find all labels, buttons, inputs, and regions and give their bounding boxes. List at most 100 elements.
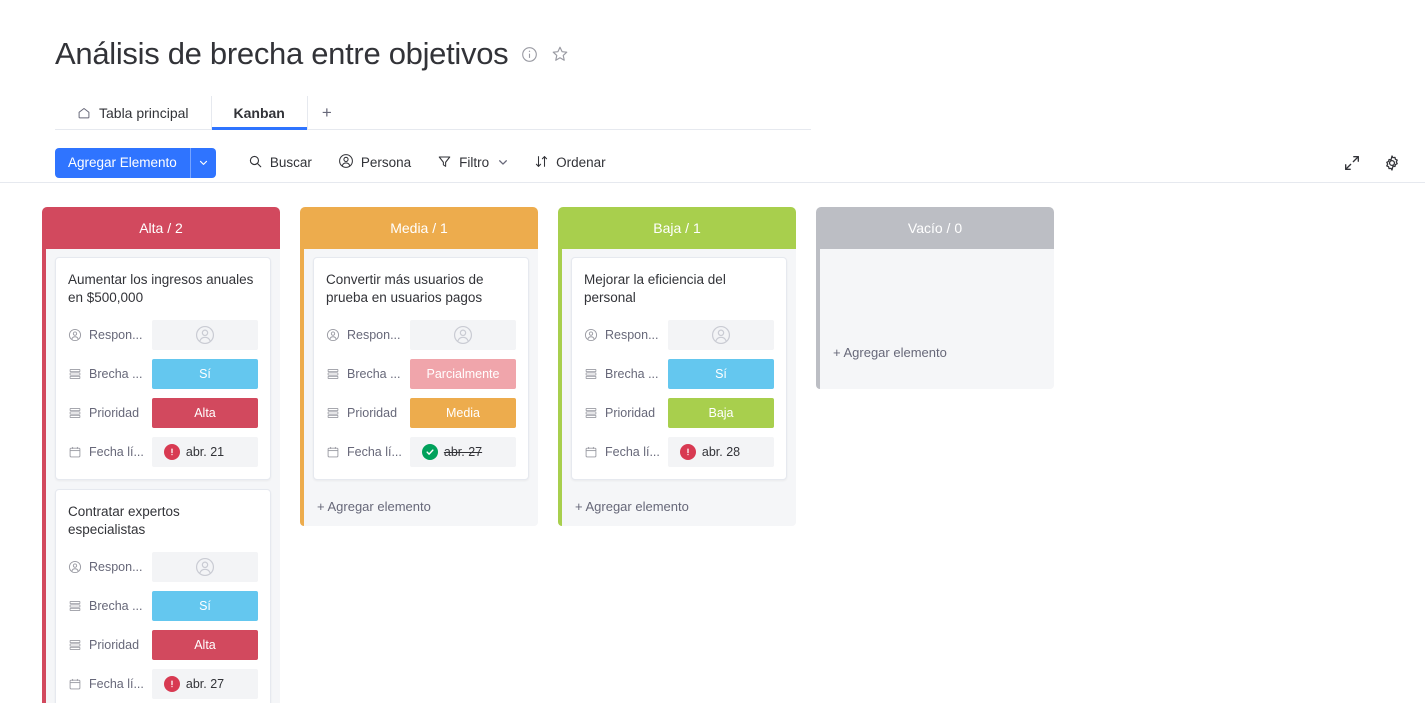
alert-circle-icon [164,676,180,692]
priority-value[interactable]: Baja [668,398,774,428]
add-item-link[interactable]: + Agregar elemento [829,257,1045,372]
field-priority: Prioridad Alta [68,398,258,428]
column-body: Convertir más usuarios de prueba en usua… [300,249,538,526]
alert-circle-icon [680,444,696,460]
filter-label: Filtro [459,155,490,170]
kanban-column: Alta / 2 Aumentar los ingresos anuales en… [42,207,280,703]
kanban-card[interactable]: Aumentar los ingresos anuales en $500,00… [55,257,271,480]
add-item-link[interactable]: + Agregar elemento [313,489,529,526]
priority-value[interactable]: Alta [152,630,258,660]
gear-icon[interactable] [1383,154,1401,172]
responsible-value[interactable] [668,320,774,350]
tab-kanban[interactable]: Kanban [211,96,308,130]
tab-label: Kanban [233,104,285,121]
field-label-text: Fecha lí... [347,445,402,459]
kanban-column: Baja / 1 Mejorar la eficiencia del person… [558,207,796,526]
kanban-column: Media / 1 Convertir más usuarios de prueb… [300,207,538,526]
tab-label: Tabla principal [99,104,189,121]
filter-button[interactable]: Filtro [437,154,508,172]
search-button[interactable]: Buscar [248,154,312,172]
add-item-button[interactable]: Agregar Elemento [55,147,216,178]
column-title: Vacío / 0 [907,220,963,236]
status-icon [584,406,598,420]
priority-value[interactable]: Media [410,398,516,428]
calendar-icon [584,445,598,459]
card-title: Convertir más usuarios de prueba en usua… [326,272,484,305]
kanban-card[interactable]: Convertir más usuarios de prueba en usua… [313,257,529,480]
gap-value[interactable]: Sí [152,591,258,621]
sort-button[interactable]: Ordenar [534,154,606,172]
field-responsible: Respon... [68,320,258,350]
due-date-text: abr. 21 [185,445,225,459]
card-title: Mejorar la eficiencia del personal [584,272,726,305]
chevron-down-icon[interactable] [498,157,508,169]
sort-label: Ordenar [556,155,606,170]
status-icon [68,638,82,652]
add-item-button-label: Agregar Elemento [55,147,190,178]
kanban-board: Alta / 2 Aumentar los ingresos anuales en… [0,183,1425,703]
due-date-text: abr. 27 [443,445,483,459]
field-responsible: Respon... [584,320,774,350]
star-icon[interactable] [551,45,569,63]
person-icon [68,328,82,342]
field-label-text: Prioridad [89,638,140,652]
add-item-link[interactable]: + Agregar elemento [571,489,787,526]
field-label-text: Brecha ... [605,367,659,381]
field-label-text: Respon... [89,328,143,342]
due-date-value[interactable]: abr. 21 [152,437,258,467]
gap-value[interactable]: Parcialmente [410,359,516,389]
expand-icon[interactable] [1343,154,1361,172]
status-icon [584,367,598,381]
add-tab-button[interactable]: + [308,96,346,129]
column-body: Mejorar la eficiencia del personal Respo… [558,249,796,526]
field-label-text: Fecha lí... [89,677,144,691]
person-icon [326,328,340,342]
calendar-icon [68,677,82,691]
responsible-value[interactable] [410,320,516,350]
column-header[interactable]: Alta / 2 [42,207,280,249]
avatar-placeholder-icon [194,324,216,346]
field-due-date: Fecha lí... abr. 27 [326,437,516,467]
person-icon [338,153,354,172]
chevron-down-icon[interactable] [189,147,216,178]
home-icon [77,106,91,120]
field-due-date: Fecha lí... abr. 28 [584,437,774,467]
field-label-text: Brecha ... [89,599,143,613]
due-date-text: abr. 27 [185,677,225,691]
field-label-text: Brecha ... [347,367,401,381]
person-filter-button[interactable]: Persona [338,153,411,172]
responsible-value[interactable] [152,320,258,350]
column-header[interactable]: Baja / 1 [558,207,796,249]
priority-value[interactable]: Alta [152,398,258,428]
person-label: Persona [360,155,412,170]
field-label-text: Brecha ... [89,367,143,381]
field-priority: Prioridad Media [326,398,516,428]
column-header[interactable]: Vacío / 0 [816,207,1054,249]
field-due-date: Fecha lí... abr. 21 [68,437,258,467]
board-toolbar: Agregar Elemento Buscar Persona Filtro O… [0,143,1425,183]
due-date-value[interactable]: abr. 27 [152,669,258,699]
field-label: Fecha lí... [326,445,410,459]
avatar-placeholder-icon [194,556,216,578]
kanban-card[interactable]: Mejorar la eficiencia del personal Respo… [571,257,787,480]
responsible-value[interactable] [152,552,258,582]
column-header[interactable]: Media / 1 [300,207,538,249]
title-row: Análisis de brecha entre objetivos [55,34,1425,74]
due-date-value[interactable]: abr. 28 [668,437,774,467]
search-icon [248,154,263,172]
kanban-card[interactable]: Contratar expertos especialistas Respon.… [55,489,271,703]
field-label-text: Respon... [605,328,659,342]
card-title: Aumentar los ingresos anuales en $500,00… [68,272,254,305]
tab-tabla-principal[interactable]: Tabla principal [55,96,212,129]
gap-value[interactable]: Sí [668,359,774,389]
page-header: Análisis de brecha entre objetivos Tabla… [0,0,1425,130]
avatar-placeholder-icon [452,324,474,346]
info-icon[interactable] [521,46,538,63]
field-gap: Brecha ... Sí [68,359,258,389]
person-icon [584,328,598,342]
field-label: Prioridad [68,638,152,652]
gap-value[interactable]: Sí [152,359,258,389]
due-date-value[interactable]: abr. 27 [410,437,516,467]
toolbar-right-actions [1343,154,1401,172]
field-label: Brecha ... [68,367,152,381]
